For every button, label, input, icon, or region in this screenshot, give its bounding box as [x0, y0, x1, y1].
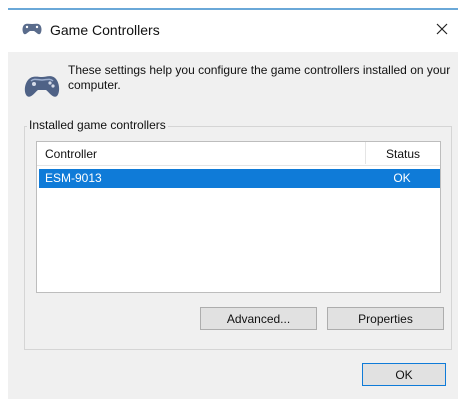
column-header-controller[interactable]: Controller	[45, 147, 97, 161]
close-button[interactable]	[428, 16, 456, 42]
gamepad-icon	[24, 76, 60, 97]
list-header: Controller Status	[37, 142, 440, 166]
group-label: Installed game controllers	[27, 118, 168, 132]
controller-name: ESM-9013	[45, 171, 102, 185]
close-icon	[436, 23, 448, 35]
controller-status: OK	[393, 171, 411, 185]
advanced-button[interactable]: Advanced...	[200, 307, 317, 330]
table-row[interactable]: ESM-9013 OK	[39, 169, 440, 188]
info-text: These settings help you configure the ga…	[68, 63, 451, 92]
gamepad-icon	[22, 23, 42, 35]
controllers-list[interactable]: Controller Status ESM-9013 OK	[36, 141, 441, 293]
title-bar: Game Controllers	[8, 8, 458, 52]
game-controllers-dialog: Game Controllers These settings help you…	[8, 8, 458, 399]
properties-button[interactable]: Properties	[327, 307, 444, 330]
window-title: Game Controllers	[50, 22, 160, 38]
column-divider[interactable]	[365, 142, 366, 164]
column-header-status[interactable]: Status	[373, 147, 433, 161]
ok-button[interactable]: OK	[362, 363, 446, 386]
